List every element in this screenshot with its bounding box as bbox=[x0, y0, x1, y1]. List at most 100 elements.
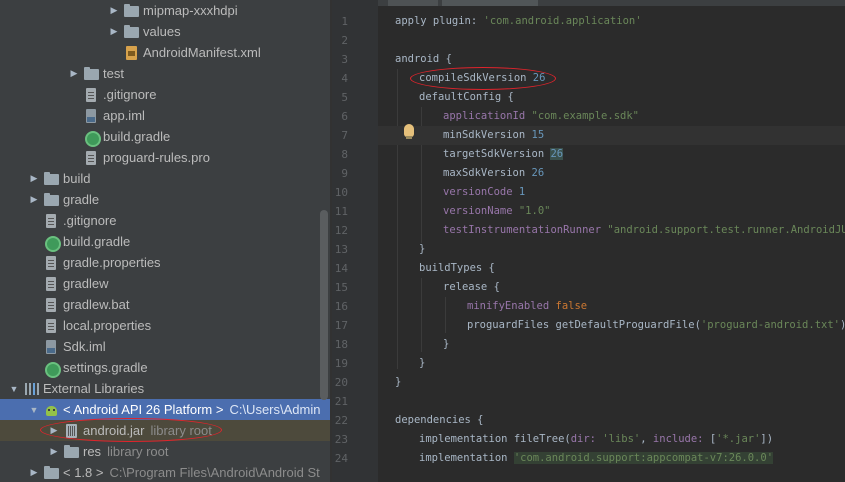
libraries-icon bbox=[24, 382, 39, 396]
tree-item-label: gradlew.bat bbox=[63, 297, 130, 312]
line-number: 9 bbox=[341, 167, 348, 180]
line-number: 1 bbox=[341, 15, 348, 28]
tree-item-label: build.gradle bbox=[103, 129, 171, 144]
expand-right-arrow-icon[interactable]: ▶ bbox=[68, 68, 80, 79]
tree-item[interactable]: ▶.gitignore bbox=[0, 84, 330, 105]
tree-item-label: gradlew bbox=[63, 276, 109, 291]
gradle-icon bbox=[44, 235, 61, 252]
line-number: 3 bbox=[341, 53, 348, 66]
tree-item-label: Sdk.iml bbox=[63, 339, 106, 354]
tree-item[interactable]: ▶gradle.properties bbox=[0, 252, 330, 273]
tree-item-label: .gitignore bbox=[63, 213, 117, 228]
folder-icon bbox=[124, 24, 139, 39]
tree-item[interactable]: ▶build.gradle bbox=[0, 126, 330, 147]
expand-down-arrow-icon[interactable]: ▼ bbox=[28, 405, 40, 415]
line-number: 23 bbox=[334, 433, 348, 446]
tree-item[interactable]: ▶proguard-rules.pro bbox=[0, 147, 330, 168]
expand-down-arrow-icon[interactable]: ▼ bbox=[8, 384, 20, 394]
expand-right-arrow-icon[interactable]: ▶ bbox=[28, 173, 40, 184]
tree-item-label: app.iml bbox=[103, 108, 145, 123]
tree-item-path: library root bbox=[107, 444, 169, 459]
code-line-5: defaultConfig { bbox=[419, 91, 514, 103]
code-line-3: android { bbox=[395, 53, 452, 65]
tree-item-label: build bbox=[63, 171, 91, 186]
expand-right-arrow-icon[interactable]: ▶ bbox=[48, 446, 60, 457]
tree-item[interactable]: ▶.gitignore bbox=[0, 210, 330, 231]
tree-item[interactable]: ▶gradlew bbox=[0, 273, 330, 294]
tree-item-label: AndroidManifest.xml bbox=[143, 45, 261, 60]
editor-tab[interactable] bbox=[388, 0, 438, 6]
code-line-14: buildTypes { bbox=[419, 262, 495, 274]
indent-guide bbox=[397, 69, 398, 369]
code-line-6: applicationId "com.example.sdk" bbox=[443, 110, 639, 122]
code-line-10: versionCode 1 bbox=[443, 186, 526, 198]
tree-item-path: C:\Program Files\Android\Android St bbox=[109, 465, 320, 480]
tree-item[interactable]: ▼ External Libraries bbox=[0, 378, 330, 399]
code-line-12: testInstrumentationRunner "android.suppo… bbox=[443, 224, 845, 236]
tree-item[interactable]: ▶ < 1.8 > C:\Program Files\Android\Android… bbox=[0, 462, 330, 482]
line-number: 22 bbox=[334, 414, 348, 427]
tree-item[interactable]: ▶Sdk.iml bbox=[0, 336, 330, 357]
tree-item-label: res bbox=[83, 444, 102, 459]
file-icon bbox=[44, 297, 59, 312]
line-number-gutter: 1 2 3 4 5 6 7 8 9 10 11 12 13 14 15 16 17 18 19 20 21 22 23 24 bbox=[332, 0, 390, 482]
code-line-7-current: minSdkVersion 15 bbox=[378, 126, 845, 145]
tree-item-label: proguard-rules.pro bbox=[103, 150, 210, 165]
folder-icon bbox=[44, 465, 59, 480]
folder-icon bbox=[124, 3, 139, 18]
tree-item[interactable]: ▶settings.gradle bbox=[0, 357, 330, 378]
editor-tab-active[interactable] bbox=[442, 0, 538, 6]
file-icon bbox=[84, 87, 99, 102]
code-line-11: versionName "1.0" bbox=[443, 205, 551, 217]
tree-item[interactable]: ▶ test bbox=[0, 63, 330, 84]
tree-item-label: gradle bbox=[63, 192, 100, 207]
tree-item-label: local.properties bbox=[63, 318, 152, 333]
folder-icon bbox=[44, 192, 59, 207]
code-line-24: implementation 'com.android.support:appc… bbox=[419, 452, 774, 464]
line-number: 6 bbox=[341, 110, 348, 123]
tree-item[interactable]: ▶local.properties bbox=[0, 315, 330, 336]
code-line-8: targetSdkVersion 26 bbox=[443, 148, 564, 160]
line-number: 4 bbox=[341, 72, 348, 85]
line-number: 8 bbox=[341, 148, 348, 161]
gradle-icon bbox=[84, 130, 101, 147]
tree-item[interactable]: ▶build.gradle bbox=[0, 231, 330, 252]
tree-item-label: build.gradle bbox=[63, 234, 131, 249]
file-icon bbox=[44, 276, 59, 291]
file-icon bbox=[44, 318, 59, 333]
android-icon bbox=[44, 403, 59, 417]
tree-item-label: gradle.properties bbox=[63, 255, 161, 270]
lightbulb-icon[interactable] bbox=[404, 124, 414, 139]
tree-item[interactable]: ▶gradlew.bat bbox=[0, 294, 330, 315]
expand-right-arrow-icon[interactable]: ▶ bbox=[108, 5, 120, 16]
tree-item-label: < 1.8 > bbox=[63, 465, 104, 480]
folder-icon bbox=[64, 444, 79, 459]
expand-right-arrow-icon[interactable]: ▶ bbox=[108, 26, 120, 37]
line-number: 2 bbox=[341, 34, 348, 47]
tree-item[interactable]: ▶AndroidManifest.xml bbox=[0, 42, 330, 63]
code-line-19: } bbox=[419, 357, 426, 369]
tree-item[interactable]: ▶ build bbox=[0, 168, 330, 189]
tree-item-label: < Android API 26 Platform > bbox=[63, 402, 224, 417]
code-line-23: implementation fileTree(dir: 'libs', inc… bbox=[419, 433, 774, 445]
code-line-22: dependencies { bbox=[395, 414, 484, 426]
tree-item[interactable]: ▶ values bbox=[0, 21, 330, 42]
code-line-20: } bbox=[395, 376, 402, 388]
code-line-18: } bbox=[443, 338, 450, 350]
tree-item[interactable]: ▶app.iml bbox=[0, 105, 330, 126]
tree-item[interactable]: ▼ < Android API 26 Platform > C:\Users\Adm… bbox=[0, 399, 330, 420]
folder-icon bbox=[84, 66, 99, 81]
file-icon bbox=[44, 213, 59, 228]
line-number: 7 bbox=[341, 129, 348, 142]
folder-icon bbox=[44, 171, 59, 186]
tree-item-label: values bbox=[143, 24, 181, 39]
expand-right-arrow-icon[interactable]: ▶ bbox=[28, 467, 40, 478]
code-line-1: apply plugin: 'com.android.application' bbox=[395, 15, 642, 27]
tree-item[interactable]: ▶ gradle bbox=[0, 189, 330, 210]
indent-guide bbox=[445, 297, 446, 333]
tree-scrollbar[interactable] bbox=[320, 210, 328, 400]
manifest-xml-icon bbox=[124, 45, 139, 60]
tree-item[interactable]: ▶ mipmap-xxxhdpi bbox=[0, 0, 330, 21]
tree-item[interactable]: ▶ res library root bbox=[0, 441, 330, 462]
expand-right-arrow-icon[interactable]: ▶ bbox=[28, 194, 40, 205]
